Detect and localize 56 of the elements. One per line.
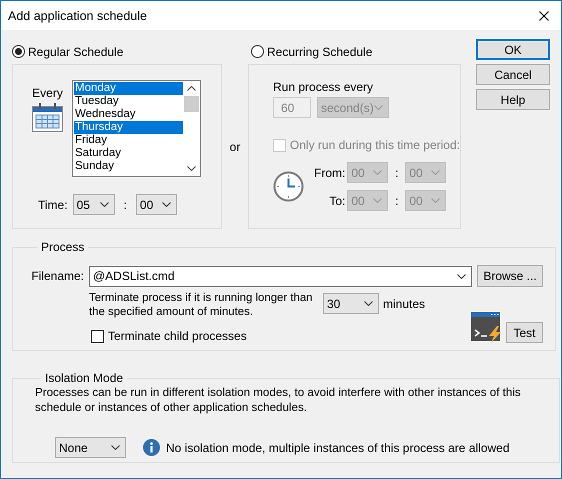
- close-icon[interactable]: [539, 10, 549, 20]
- list-item[interactable]: Friday: [74, 134, 183, 147]
- chevron-down-icon: [373, 198, 382, 203]
- browse-button[interactable]: Browse ...: [477, 265, 543, 287]
- chevron-down-icon: [373, 170, 382, 175]
- group-title: Isolation Mode: [44, 371, 124, 385]
- checkbox[interactable]: Terminate child processes: [91, 329, 426, 343]
- window-title: Add application schedule: [8, 8, 147, 22]
- chevron-down-icon: [100, 202, 109, 207]
- test-button[interactable]: Test: [506, 322, 543, 343]
- command-prompt-icon: [471, 312, 502, 343]
- list-item[interactable]: Sunday: [74, 160, 183, 173]
- chevron-down-icon: [457, 274, 466, 278]
- filename-dropdown[interactable]: @ADSList.cmd: [89, 266, 472, 286]
- chevron-down-icon: [111, 445, 120, 450]
- dialog-button[interactable]: Help: [476, 89, 550, 110]
- timeout-dropdown[interactable]: 30: [323, 293, 379, 314]
- chevron-down-icon: [431, 170, 440, 175]
- every-label: Every: [32, 86, 63, 100]
- info-icon: [143, 439, 160, 456]
- chevron-down-icon: [364, 301, 373, 306]
- from-label: From:: [314, 166, 346, 180]
- run-every-label: Run process every: [273, 80, 374, 94]
- list-item[interactable]: Saturday: [74, 147, 183, 160]
- chevron-up-icon[interactable]: [186, 86, 196, 91]
- list-item[interactable]: Wednesday: [74, 108, 183, 121]
- dialog-button[interactable]: Cancel: [476, 64, 550, 85]
- clock-icon: [273, 171, 304, 202]
- to-label: To:: [329, 194, 346, 208]
- chevron-down-icon: [374, 105, 383, 110]
- isolation-description: Processes can be run in different isolation modes, to avoid interfere with other instances of this schedule or instances of other application schedules.: [35, 385, 522, 415]
- time-separator: :: [395, 166, 399, 180]
- time-separator: :: [395, 194, 399, 208]
- isolation-mode-dropdown[interactable]: None: [55, 437, 126, 458]
- calendar-icon: [32, 103, 63, 132]
- minute-dropdown[interactable]: 00: [136, 194, 177, 215]
- list-item[interactable]: Thursday: [74, 121, 183, 134]
- chevron-down-icon[interactable]: [186, 166, 196, 171]
- chevron-down-icon: [431, 198, 440, 203]
- dialog-button[interactable]: OK: [476, 39, 550, 60]
- terminate-description: Terminate process if it is running longer than the specified amount of minutes.: [89, 291, 314, 319]
- filename-label: Filename:: [31, 269, 84, 283]
- time-label: Time:: [38, 198, 68, 212]
- time-separator: :: [122, 198, 128, 212]
- group-title: Process: [40, 240, 86, 254]
- isolation-info-text: No isolation mode, multiple instances of this process are allowed: [166, 440, 510, 454]
- list-item[interactable]: Monday: [74, 82, 183, 95]
- scrollbar-thumb[interactable]: [184, 96, 198, 112]
- or-label: or: [230, 140, 240, 154]
- hour-dropdown[interactable]: 05: [72, 194, 115, 215]
- minutes-label: minutes: [383, 296, 426, 310]
- list-item[interactable]: Tuesday: [74, 95, 183, 108]
- chevron-down-icon: [162, 202, 171, 207]
- radio-button[interactable]: Recurring Schedule: [251, 44, 372, 58]
- radio-button[interactable]: Regular Schedule: [12, 44, 124, 58]
- weekday-list[interactable]: Monday Tuesday Wednesday Thursday Friday Saturday Sunday: [72, 80, 201, 177]
